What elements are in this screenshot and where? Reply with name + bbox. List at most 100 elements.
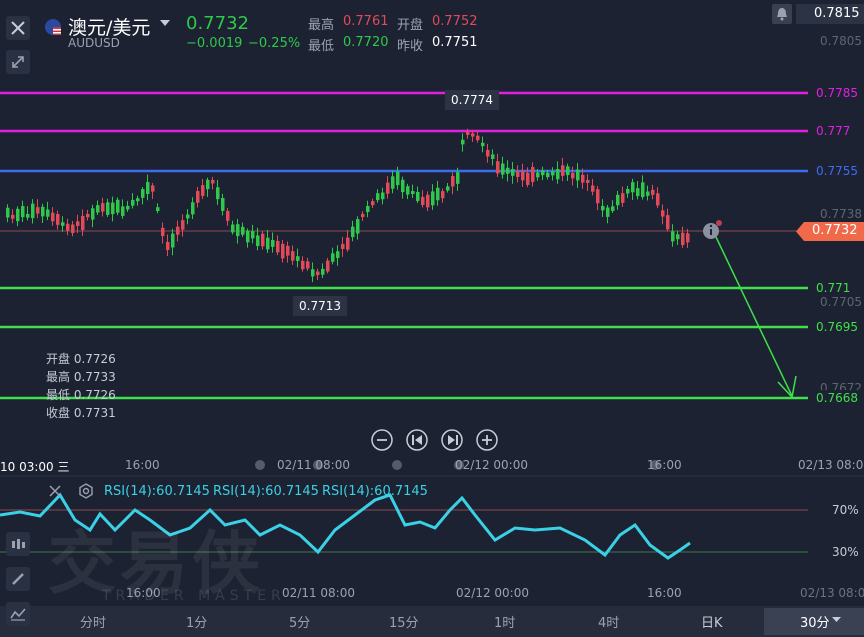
settings-icon[interactable] xyxy=(78,483,94,499)
collapse-button[interactable] xyxy=(6,50,30,74)
candle-body xyxy=(391,176,395,189)
candle-body xyxy=(346,237,350,250)
x-axis-label: 02/13 08:00 xyxy=(800,586,864,600)
candle-body xyxy=(261,233,265,247)
candle-body xyxy=(291,251,295,261)
alert-button[interactable] xyxy=(772,4,792,24)
candle-body xyxy=(471,133,475,137)
timeframe-2[interactable]: 1分 xyxy=(186,612,207,631)
ohlc-open: 开盘 0.7726 xyxy=(46,352,116,366)
candle-type-icon xyxy=(12,539,25,549)
x-axis-label: 16:00 xyxy=(125,458,160,472)
candle-body xyxy=(16,208,20,222)
info-icon[interactable] xyxy=(703,223,719,239)
candle-body xyxy=(631,182,635,193)
level-line-label: 0.7695 xyxy=(808,319,864,335)
candle-body xyxy=(556,169,560,180)
candle-body xyxy=(616,194,620,206)
candle-body xyxy=(641,182,645,198)
x-axis-label: 02/12 00:00 xyxy=(455,458,528,472)
candle-body xyxy=(626,188,630,194)
indicator-icon xyxy=(10,608,26,621)
candle-body xyxy=(681,232,685,246)
candle-body xyxy=(486,149,490,157)
current-price-value: 0.7732 xyxy=(812,223,858,238)
timeframe-4[interactable]: 15分 xyxy=(389,612,419,631)
close-button[interactable] xyxy=(6,16,30,40)
timeframe-6[interactable]: 4时 xyxy=(598,612,619,631)
timeframe-selected[interactable]: 30分 xyxy=(800,612,830,631)
candle-body xyxy=(596,189,600,204)
candle-body xyxy=(286,245,290,256)
candle-body xyxy=(676,234,680,240)
candle-body xyxy=(331,253,335,262)
candle-body xyxy=(141,189,145,198)
candle-body xyxy=(461,139,465,145)
level-line-label: 0.777 xyxy=(808,123,864,139)
candle-type-button[interactable] xyxy=(6,532,30,556)
candle-body xyxy=(531,167,535,182)
price-panel xyxy=(0,0,864,455)
rsi-level-low: 30% xyxy=(832,545,859,559)
candle-body xyxy=(376,193,380,201)
candle-body xyxy=(176,226,180,235)
candle-body xyxy=(591,185,595,192)
rsi-label: RSI(14):60.7145 xyxy=(322,484,428,499)
prev-close-value: 0.7751 xyxy=(432,35,478,50)
candle-body xyxy=(196,191,200,203)
candle-body xyxy=(81,215,85,231)
candle-body xyxy=(191,202,195,215)
candle-body xyxy=(146,182,150,194)
candle-body xyxy=(541,170,545,176)
candle-body xyxy=(581,174,585,183)
dropdown-icon[interactable] xyxy=(160,20,170,28)
candle-body xyxy=(201,185,205,196)
candle-body xyxy=(456,172,460,184)
candle-body xyxy=(76,221,80,226)
timeframe-3[interactable]: 5分 xyxy=(289,612,310,631)
candle-body xyxy=(416,191,420,201)
close-icon[interactable] xyxy=(48,484,62,498)
candle-body xyxy=(526,172,530,185)
candle-body xyxy=(306,261,310,269)
timeframe-bar xyxy=(0,606,864,637)
candle-body xyxy=(186,214,190,219)
candle-body xyxy=(646,191,650,196)
candle-body xyxy=(131,199,135,206)
low-label: 最低 xyxy=(308,39,335,54)
candle-body xyxy=(311,269,315,277)
candle-body xyxy=(506,167,510,174)
candle-body xyxy=(451,176,455,187)
candle-body xyxy=(156,207,160,212)
indicator-button[interactable] xyxy=(6,602,30,626)
bell-icon xyxy=(777,8,787,21)
level-line-label: 0.7785 xyxy=(808,85,864,101)
candle-body xyxy=(61,222,65,226)
candle-body xyxy=(321,268,325,275)
timeframe-7[interactable]: 日K xyxy=(701,612,723,631)
candle-body xyxy=(406,186,410,195)
candle-body xyxy=(661,210,665,217)
candle-body xyxy=(511,169,515,176)
draw-button[interactable] xyxy=(6,567,30,591)
price-tick: 0.7738 xyxy=(820,207,862,221)
candle-body xyxy=(126,205,130,210)
x-axis-label: 02/11 08:00 xyxy=(282,586,355,600)
candle-body xyxy=(171,233,175,248)
rsi-label: RSI(14):60.7145 xyxy=(213,484,319,499)
open-value: 0.7752 xyxy=(432,14,478,29)
candle-body xyxy=(296,256,300,261)
candle-body xyxy=(666,215,670,230)
timeframe-5[interactable]: 1时 xyxy=(494,612,515,631)
candle-body xyxy=(341,243,345,249)
collapse-icon xyxy=(12,56,24,68)
candle-body xyxy=(351,226,355,238)
x-axis-label: 02/13 08:00 xyxy=(798,458,864,472)
timeframe-1[interactable]: 分时 xyxy=(80,612,106,631)
candle-body xyxy=(96,205,100,213)
candle-body xyxy=(371,201,375,206)
candle-body xyxy=(166,241,170,251)
candle-body xyxy=(436,187,440,201)
candle-body xyxy=(41,206,45,217)
candle-body xyxy=(481,142,485,147)
